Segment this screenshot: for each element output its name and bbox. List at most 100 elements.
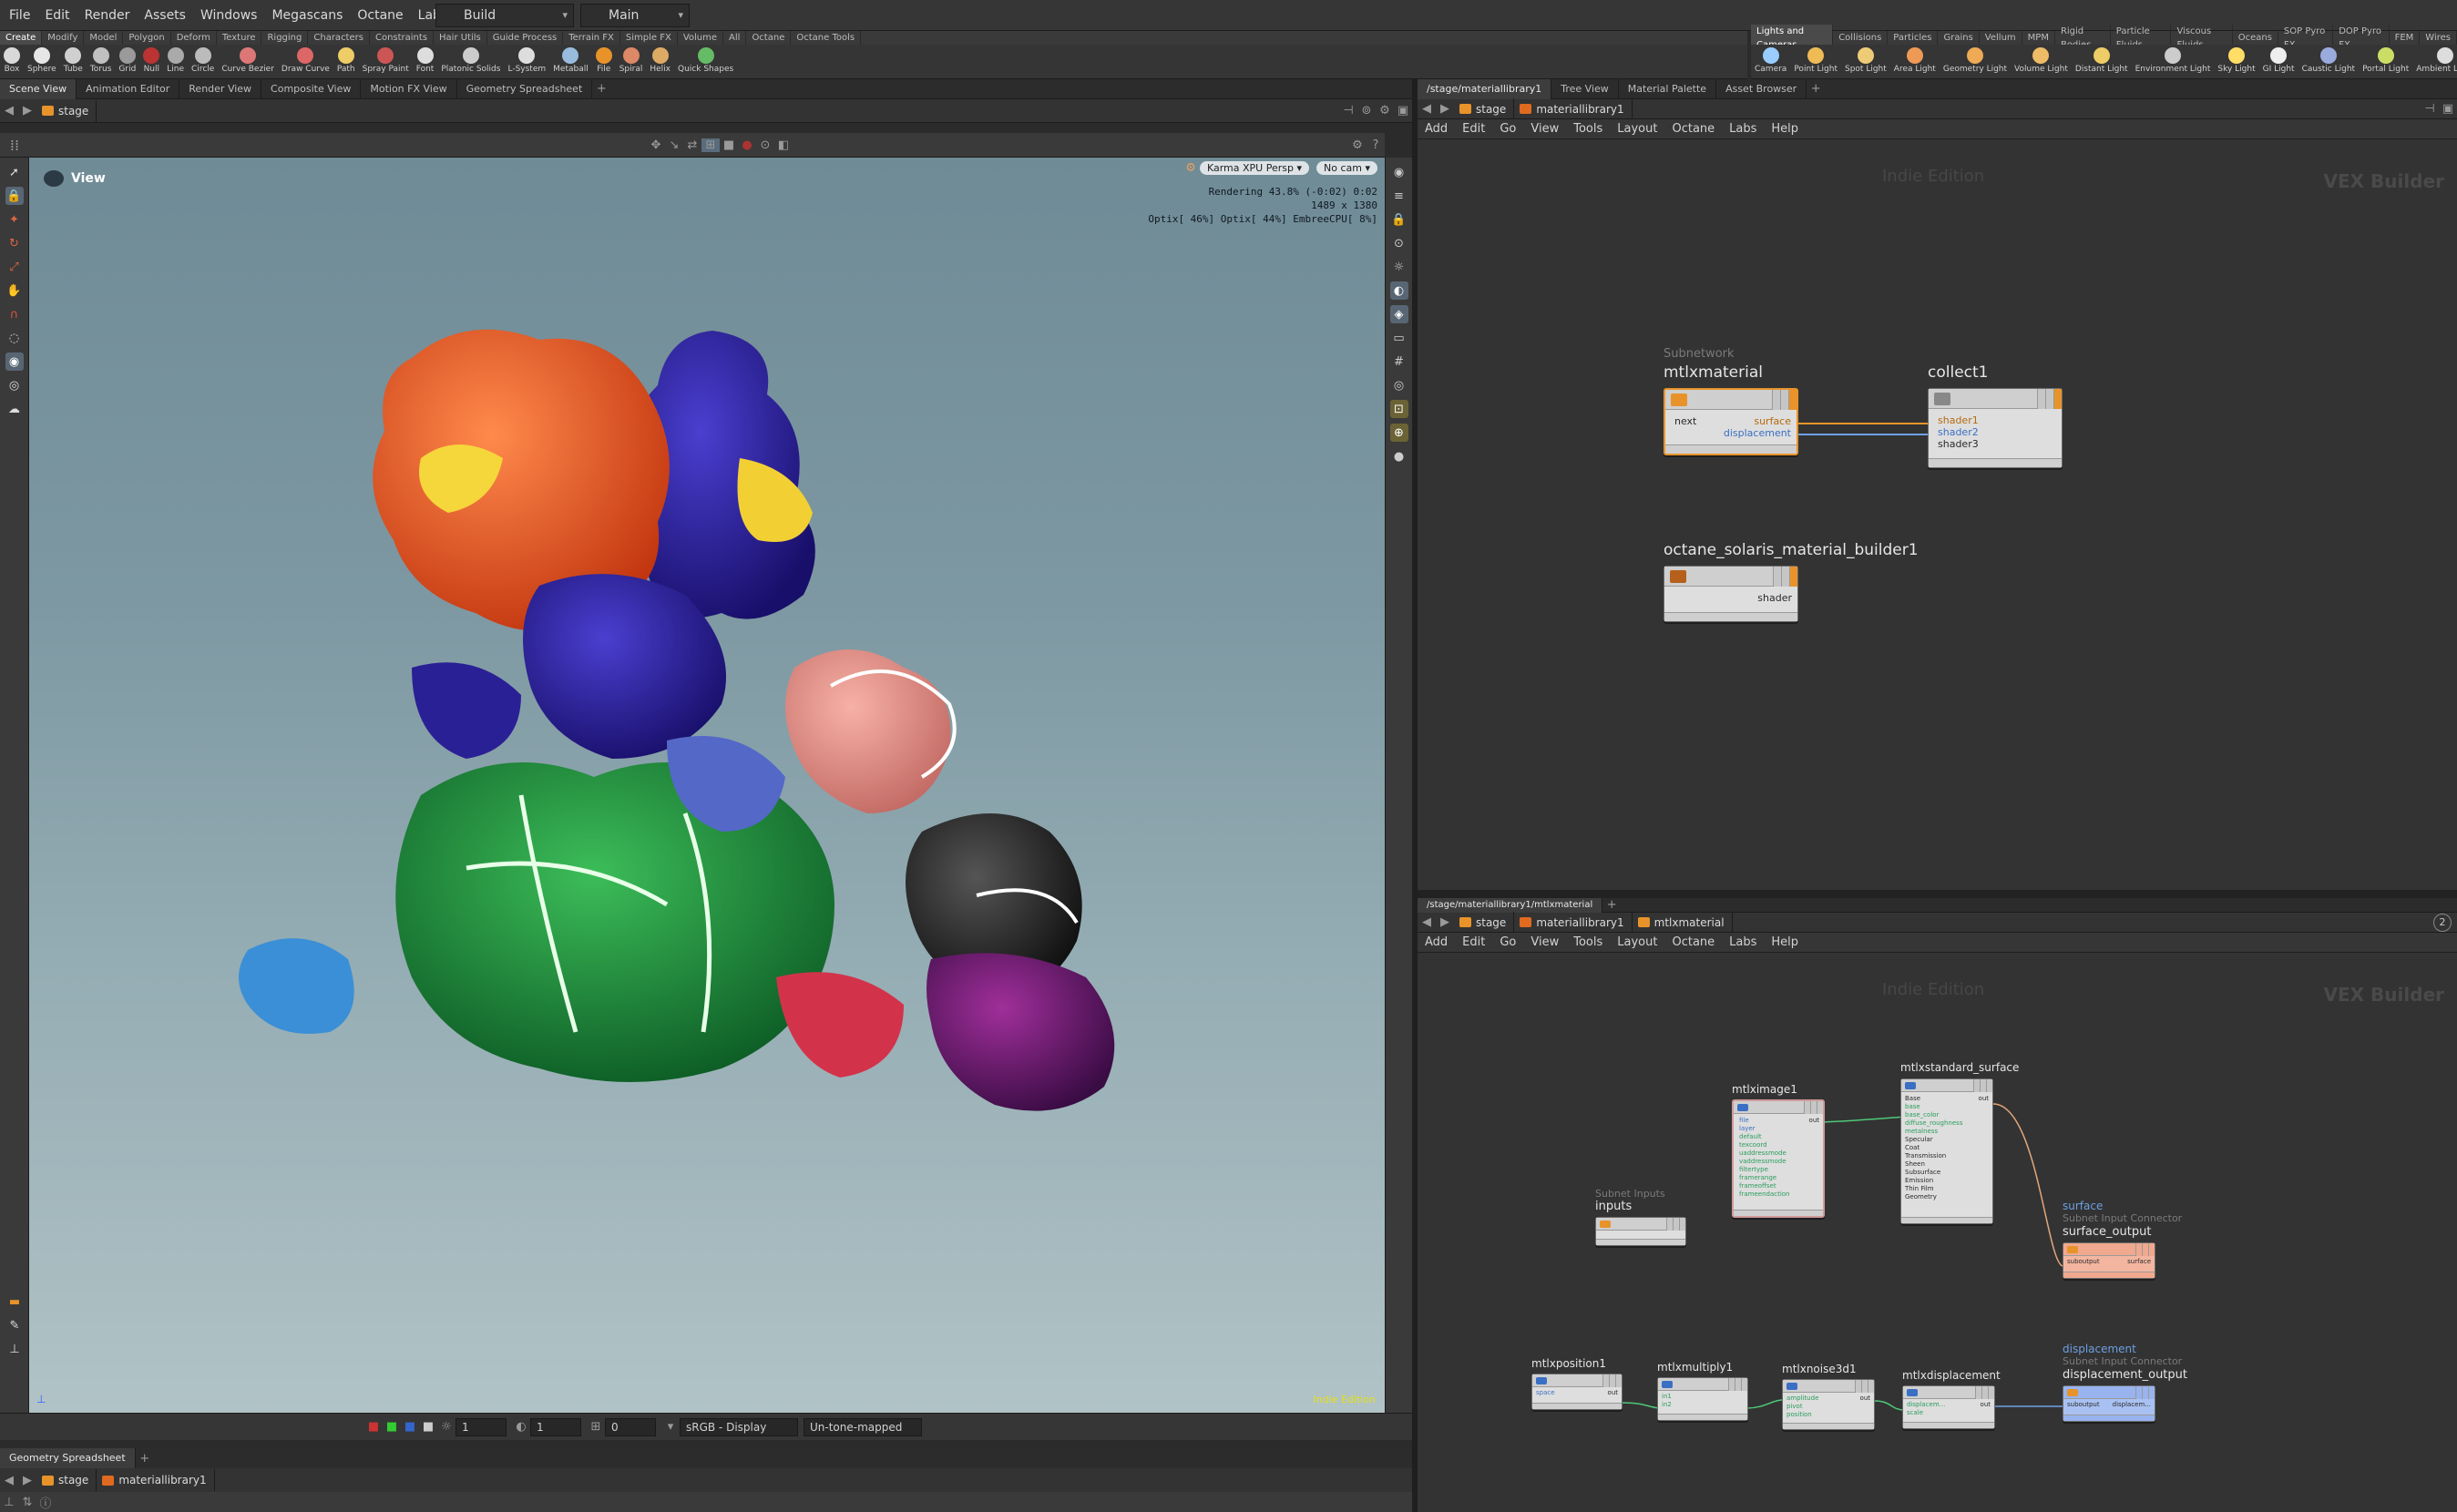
shelf-tool-tube[interactable]: Tube (60, 45, 87, 79)
shelf-tool-platonic-solids[interactable]: Platonic Solids (437, 45, 504, 79)
filter-icon[interactable]: ⊥ (0, 1496, 18, 1509)
menu-item-file[interactable]: File (2, 0, 37, 31)
lasso-icon[interactable]: ◌ (5, 329, 24, 347)
shelf-tool-distant-light[interactable]: Distant Light (2072, 45, 2132, 79)
menu-item-render[interactable]: Render (77, 0, 138, 31)
pin-icon[interactable]: ⊣ (1339, 104, 1357, 117)
tonemap-select[interactable]: Un-tone-mapped (804, 1417, 922, 1436)
move-handle-icon[interactable]: ✦ (5, 210, 24, 229)
shelf-tab-texture[interactable]: Texture (217, 31, 262, 45)
tab-asset-browser[interactable]: Asset Browser (1716, 78, 1807, 99)
shelf-tool-sky-light[interactable]: Sky Light (2214, 45, 2258, 79)
menu-item-octane[interactable]: Octane (350, 0, 410, 31)
node-mtlximage1[interactable]: file layer default texcoord uaddressmode vadd… (1732, 1099, 1825, 1218)
tab-mtlxmaterial-path[interactable]: /stage/materiallibrary1/mtlxmaterial (1418, 897, 1603, 913)
shelf-tab-particles[interactable]: Particles (1888, 31, 1939, 45)
shelf-tab-guide-process[interactable]: Guide Process (487, 31, 564, 45)
scale-handle-icon[interactable]: ⤢ (5, 258, 24, 276)
shelf-tab-polygon[interactable]: Polygon (123, 31, 171, 45)
color-r-icon[interactable]: ■ (364, 1420, 383, 1434)
help-counter-badge[interactable]: 2 (2433, 913, 2452, 932)
settings-icon[interactable]: ⚙ (1376, 104, 1394, 117)
shelf-tab-all[interactable]: All (723, 31, 747, 45)
shelf-tab-octane[interactable]: Octane (746, 31, 792, 45)
node-mtlxstandard-surface[interactable]: Base base base_color diffuse_roughness metal… (1900, 1078, 1993, 1224)
menu-item-edit[interactable]: Edit (37, 0, 77, 31)
gamma-field[interactable]: 1 (530, 1417, 581, 1436)
node-displacement-output[interactable]: suboutput displacem... (2063, 1385, 2155, 1422)
add-tab-icon[interactable]: + (1602, 898, 1621, 912)
tab-scene-view[interactable]: Scene View (0, 78, 77, 99)
shelf-tool-font[interactable]: Font (413, 45, 438, 79)
wireframe-icon[interactable]: ◈ (1389, 305, 1408, 323)
link-icon[interactable]: ⊚ (1357, 104, 1376, 117)
tab-render-view[interactable]: Render View (179, 78, 262, 99)
shelf-tool-path[interactable]: Path (333, 45, 359, 79)
path-crumb-materiallibrary[interactable]: materiallibrary1 (1514, 911, 1633, 934)
path-crumb-mtlxmaterial[interactable]: mtlxmaterial (1633, 911, 1733, 934)
exposure-field[interactable]: 1 (456, 1417, 507, 1436)
shelf-tab-constraints[interactable]: Constraints (370, 31, 435, 45)
snap-icon[interactable]: ⊞ (701, 138, 720, 152)
shelf-tab-wires[interactable]: Wires (2420, 31, 2457, 45)
back-icon[interactable]: ◀ (0, 1474, 18, 1487)
shelf-tool-portal-light[interactable]: Portal Light (2359, 45, 2412, 79)
shelf-tool-icon[interactable]: ▬ (5, 1292, 24, 1311)
pin-icon[interactable]: ⊙ (1390, 234, 1408, 252)
shelf-tab-deform[interactable]: Deform (171, 31, 217, 45)
shelf-tab-fem[interactable]: FEM (2390, 31, 2421, 45)
desktop-selector[interactable]: Build ▾ (435, 4, 574, 27)
color-b-icon[interactable]: ■ (401, 1420, 419, 1434)
display-select[interactable]: sRGB - Display (680, 1417, 798, 1436)
forward-icon[interactable]: ▶ (1436, 915, 1454, 929)
color-a-icon[interactable]: ■ (419, 1420, 437, 1434)
shelf-tool-point-light[interactable]: Point Light (1790, 45, 1841, 79)
guide-icon[interactable]: ◎ (1390, 376, 1408, 394)
shelf-tab-volume[interactable]: Volume (678, 31, 724, 45)
shelf-tool-draw-curve[interactable]: Draw Curve (278, 45, 333, 79)
solid-icon[interactable]: ■ (720, 138, 738, 152)
view-tool-icon[interactable]: ◉ (5, 352, 24, 371)
add-tab-icon[interactable]: + (592, 82, 610, 96)
network-editor-bottom[interactable]: Add Edit Go View Tools Layout Octane Labs Help I… (1418, 933, 2457, 1512)
node-mtlxdisplacement[interactable]: displacem... scale out (1902, 1385, 1995, 1429)
light-tool-icon[interactable]: ☁ (5, 400, 24, 418)
shelf-tool-camera[interactable]: Camera (1751, 45, 1790, 79)
move-tool-icon[interactable]: ✥ (647, 138, 665, 152)
snap-icon[interactable]: ⊡ (1389, 400, 1408, 418)
sort-icon[interactable]: ⇅ (18, 1496, 36, 1509)
shelf-tool-file[interactable]: File (592, 45, 616, 79)
path-crumb-materiallibrary[interactable]: materiallibrary1 (1514, 97, 1633, 120)
shelf-tab-hair-utils[interactable]: Hair Utils (434, 31, 487, 45)
shelf-tool-spot-light[interactable]: Spot Light (1841, 45, 1890, 79)
camera-icon[interactable]: ⊙ (756, 138, 774, 152)
node-mtlxmaterial[interactable]: next surface displacement (1664, 388, 1798, 455)
shelf-tab-collisions[interactable]: Collisions (1833, 31, 1889, 45)
magnet-icon[interactable]: ∩ (5, 305, 24, 323)
shelf-tool-metaball[interactable]: Metaball (549, 45, 592, 79)
select-arrow-icon[interactable]: ➚ (5, 163, 24, 181)
shelf-tool-spiral[interactable]: Spiral (616, 45, 647, 79)
grid-icon[interactable]: # (1390, 352, 1408, 371)
shelf-tab-simple-fx[interactable]: Simple FX (620, 31, 678, 45)
node-mtlxnoise3d1[interactable]: amplitude pivot position out (1782, 1379, 1875, 1430)
path-crumb-stage[interactable]: stage (1454, 911, 1515, 934)
shading-icon[interactable]: ◐ (1389, 281, 1408, 300)
shelf-tab-octane-tools[interactable]: Octane Tools (791, 31, 862, 45)
color-g-icon[interactable]: ■ (383, 1420, 401, 1434)
light-icon[interactable]: ☼ (1390, 258, 1408, 276)
stamp-icon[interactable]: ⊥ (5, 1340, 24, 1358)
shelf-tool-gi-light[interactable]: GI Light (2259, 45, 2298, 79)
back-icon[interactable]: ◀ (1418, 915, 1436, 929)
exposure-icon[interactable]: ☼ (437, 1420, 456, 1434)
shelf-tab-rigging[interactable]: Rigging (261, 31, 309, 45)
shelf-tab-create[interactable]: Create (0, 31, 43, 45)
shelf-tool-sphere[interactable]: Sphere (24, 45, 60, 79)
path-crumb-stage[interactable]: stage (36, 99, 97, 122)
shelf-tab-characters[interactable]: Characters (308, 31, 370, 45)
shelf-tab-grains[interactable]: Grains (1938, 31, 1980, 45)
shelf-tool-torus[interactable]: Torus (87, 45, 116, 79)
transform-icon[interactable]: ⇄ (683, 138, 701, 152)
add-tab-icon[interactable]: + (1807, 82, 1825, 96)
node-mtlxposition1[interactable]: space out (1531, 1374, 1623, 1410)
